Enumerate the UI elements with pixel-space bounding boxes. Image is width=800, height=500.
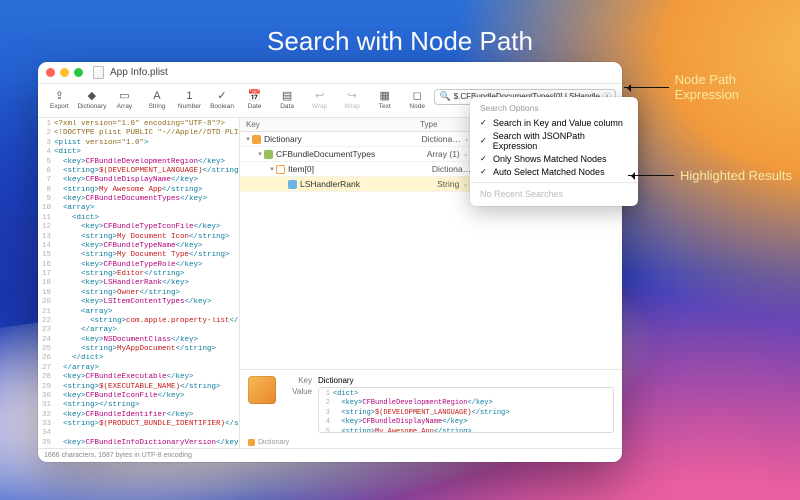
- data-button[interactable]: ▤Data: [272, 91, 303, 110]
- number-icon: 1: [186, 91, 192, 102]
- str-icon: [288, 180, 297, 189]
- string-icon: A: [153, 91, 160, 102]
- dictionary-icon: [248, 376, 276, 404]
- checkmark-icon: ✓: [480, 118, 488, 127]
- text-icon: ▦: [379, 91, 389, 102]
- search-option[interactable]: ✓Search with JSONPath Expression: [470, 129, 638, 152]
- search-option[interactable]: ✓Only Shows Matched Nodes: [470, 152, 638, 165]
- disclosure-triangle-icon[interactable]: ▾: [256, 150, 264, 158]
- node-button[interactable]: ◻Node: [402, 91, 433, 110]
- titlebar: App Info.plist: [38, 62, 622, 84]
- callout-node-path: Node Path Expression: [624, 72, 800, 102]
- window-title: App Info.plist: [110, 67, 168, 78]
- date-icon: 📅: [248, 91, 262, 102]
- disclosure-triangle-icon[interactable]: ▾: [244, 135, 252, 143]
- disclosure-triangle-icon[interactable]: ▾: [268, 165, 276, 173]
- close-button[interactable]: [46, 68, 55, 77]
- data-icon: ▤: [282, 91, 292, 102]
- detail-pane: Key Dictionary Value 1<dict>2 <key>CFBun…: [240, 369, 622, 437]
- detail-key: Dictionary: [318, 376, 614, 385]
- checkmark-icon: ✓: [480, 136, 488, 145]
- arr-icon: [264, 150, 273, 159]
- export-icon: ⇪: [55, 91, 64, 102]
- detail-value-editor[interactable]: 1<dict>2 <key>CFBundleDevelopmentRegion<…: [318, 387, 614, 433]
- boolean-icon: ✓: [217, 91, 226, 102]
- zoom-button[interactable]: [74, 68, 83, 77]
- status-bar: 1666 characters, 1687 bytes in UTF-8 enc…: [38, 448, 622, 462]
- search-option[interactable]: ✓Auto Select Matched Nodes: [470, 165, 638, 178]
- callout-highlighted: Highlighted Results: [628, 168, 792, 183]
- string-button[interactable]: AString: [142, 91, 173, 110]
- item-icon: [276, 165, 285, 174]
- breadcrumb[interactable]: Dictionary: [240, 437, 622, 448]
- checkmark-icon: ✓: [480, 167, 488, 176]
- search-option[interactable]: ✓Search in Key and Value column: [470, 116, 638, 129]
- wrap2-button[interactable]: ↪Wrap: [337, 91, 368, 110]
- text-button[interactable]: ▦Text: [369, 91, 400, 110]
- source-editor[interactable]: 1<?xml version="1.0" encoding="UTF-8"?>2…: [38, 118, 240, 448]
- wrap-button[interactable]: ↩Wrap: [304, 91, 335, 110]
- array-icon: ▭: [119, 91, 129, 102]
- wrap2-icon: ↪: [348, 91, 357, 102]
- dictionary-icon: ◆: [88, 91, 96, 102]
- number-button[interactable]: 1Number: [174, 91, 205, 110]
- search-options-popover: Search Options✓Search in Key and Value c…: [470, 97, 638, 206]
- popover-header: Search Options: [470, 102, 638, 116]
- traffic-lights: [46, 68, 83, 77]
- checkmark-icon: ✓: [480, 154, 488, 163]
- minimize-button[interactable]: [60, 68, 69, 77]
- boolean-button[interactable]: ✓Boolean: [207, 91, 238, 110]
- document-icon: [93, 66, 104, 79]
- search-icon: 🔍: [439, 91, 450, 102]
- dict-icon: [252, 135, 261, 144]
- hero-title: Search with Node Path: [0, 26, 800, 57]
- wrap-icon: ↩: [315, 91, 324, 102]
- export-button[interactable]: ⇪Export: [44, 91, 75, 110]
- array-button[interactable]: ▭Array: [109, 91, 140, 110]
- date-button[interactable]: 📅Date: [239, 91, 270, 110]
- node-icon: ◻: [413, 91, 422, 102]
- dictionary-button[interactable]: ◆Dictionary: [77, 91, 108, 110]
- no-recent-searches: No Recent Searches: [470, 187, 638, 201]
- dictionary-icon: [248, 439, 255, 446]
